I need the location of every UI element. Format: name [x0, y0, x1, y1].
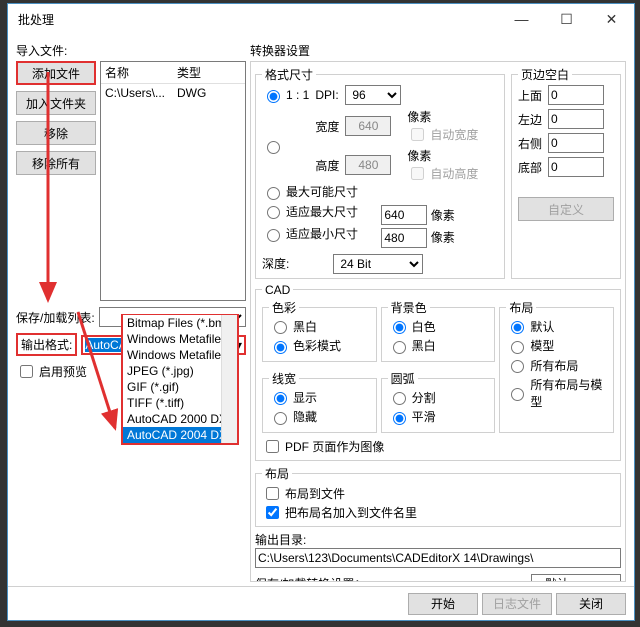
color-bw-radio[interactable]: 黑白	[269, 318, 317, 335]
dd-item-dxf2004[interactable]: AutoCAD 2004 DXF (*.dxf	[123, 427, 237, 443]
output-format-label: 输出格式:	[16, 333, 77, 356]
output-format-dropdown[interactable]: Bitmap Files (*.bmp) Windows Metafile (*…	[121, 314, 239, 445]
import-label: 导入文件:	[16, 40, 246, 61]
minimize-button[interactable]: —	[499, 4, 544, 34]
size-fieldset: 格式尺寸 1 : 1 DPI: 96 宽度 像素 自动宽度 高度	[255, 66, 505, 279]
color-mode-radio[interactable]: 色彩模式	[269, 337, 341, 354]
layout-default-radio[interactable]: 默认	[506, 318, 554, 335]
save-conv-label: 保存/加载转换设置：:	[255, 575, 370, 582]
add-files-button[interactable]: 添加文件	[16, 61, 96, 85]
layout-to-file-check[interactable]: 布局到文件	[262, 484, 345, 503]
remove-button[interactable]: 移除	[16, 121, 96, 145]
save-conv-combo[interactable]: <默认>	[531, 574, 621, 583]
height-input[interactable]	[345, 155, 391, 175]
table-row[interactable]: C:\Users\... DWG	[101, 84, 245, 102]
output-dir-label: 输出目录:	[255, 531, 621, 548]
arc-smooth-radio[interactable]: 平滑	[388, 408, 436, 425]
dialog-window: 批处理 — ☐ ✕ 导入文件: 添加文件 加入文件夹 移除 移除所有 名称 类型	[7, 3, 635, 621]
file-list[interactable]: 名称 类型 C:\Users\... DWG	[100, 61, 246, 301]
window-title: 批处理	[18, 11, 499, 28]
fit-max-input[interactable]	[381, 205, 427, 225]
pdf-image-check[interactable]: PDF 页面作为图像	[262, 437, 384, 456]
layout-allmodel-radio[interactable]: 所有布局与模型	[506, 376, 607, 410]
add-folder-button[interactable]: 加入文件夹	[16, 91, 96, 115]
depth-combo[interactable]: 24 Bit	[333, 254, 423, 274]
wh-radio[interactable]	[262, 138, 309, 154]
converter-settings-label: 转换器设置	[250, 40, 626, 61]
dd-item-bmp[interactable]: Bitmap Files (*.bmp)	[123, 315, 237, 331]
layout-add-name-check[interactable]: 把布局名加入到文件名里	[262, 503, 417, 522]
dd-item-emf[interactable]: Windows Metafile (*.emf	[123, 347, 237, 363]
output-dir-input[interactable]	[255, 548, 621, 568]
max-possible-radio[interactable]: 最大可能尺寸	[262, 183, 358, 200]
ratio-1-1-radio[interactable]: 1 : 1	[262, 87, 309, 103]
dd-item-wmf[interactable]: Windows Metafile (*.wmf	[123, 331, 237, 347]
fit-min-radio[interactable]: 适应最小尺寸	[262, 225, 358, 242]
dd-item-jpg[interactable]: JPEG (*.jpg)	[123, 363, 237, 379]
margin-top-input[interactable]	[548, 85, 604, 105]
layout-out-fieldset: 布局 布局到文件 把布局名加入到文件名里	[255, 465, 621, 527]
dd-item-gif[interactable]: GIF (*.gif)	[123, 379, 237, 395]
bg-white-radio[interactable]: 白色	[388, 318, 436, 335]
col-type[interactable]: 类型	[173, 62, 205, 83]
arc-split-radio[interactable]: 分割	[388, 389, 436, 406]
margin-left-input[interactable]	[548, 109, 604, 129]
bg-black-radio[interactable]: 黑白	[388, 337, 436, 354]
titlebar: 批处理 — ☐ ✕	[8, 4, 634, 34]
fit-min-input[interactable]	[381, 228, 427, 248]
save-list-label: 保存/加载列表:	[16, 309, 95, 326]
footer: 开始 日志文件 关闭	[8, 586, 634, 620]
dd-item-tiff[interactable]: TIFF (*.tiff)	[123, 395, 237, 411]
log-button[interactable]: 日志文件	[482, 593, 552, 615]
wire-hide-radio[interactable]: 隐藏	[269, 408, 317, 425]
auto-height-check[interactable]: 自动高度	[407, 164, 478, 183]
cell-name: C:\Users\...	[101, 84, 173, 102]
layout-all-radio[interactable]: 所有布局	[506, 357, 578, 374]
width-input[interactable]	[345, 116, 391, 136]
margin-right-input[interactable]	[548, 133, 604, 153]
col-name[interactable]: 名称	[101, 62, 173, 83]
remove-all-button[interactable]: 移除所有	[16, 151, 96, 175]
dropdown-scrollbar[interactable]	[221, 315, 237, 443]
close-dialog-button[interactable]: 关闭	[556, 593, 626, 615]
wire-show-radio[interactable]: 显示	[269, 389, 317, 406]
close-button[interactable]: ✕	[589, 4, 634, 34]
layout-model-radio[interactable]: 模型	[506, 337, 554, 354]
maximize-button[interactable]: ☐	[544, 4, 589, 34]
margin-bottom-input[interactable]	[548, 157, 604, 177]
enable-preview-checkbox[interactable]: 启用预览	[16, 362, 87, 381]
auto-width-check[interactable]: 自动宽度	[407, 125, 478, 144]
start-button[interactable]: 开始	[408, 593, 478, 615]
dd-item-dxf2000[interactable]: AutoCAD 2000 DXF (*.dx	[123, 411, 237, 427]
margin-fieldset: 页边空白 上面 左边 右侧 底部 自定义	[511, 66, 621, 279]
cell-type: DWG	[173, 84, 210, 102]
custom-button[interactable]: 自定义	[518, 197, 614, 221]
dpi-combo[interactable]: 96	[345, 85, 401, 105]
cad-fieldset: CAD 色彩 黑白 色彩模式 背景色 白色 黑白 布局 默认 模型	[255, 283, 621, 461]
fit-max-radio[interactable]: 适应最大尺寸	[262, 203, 358, 220]
